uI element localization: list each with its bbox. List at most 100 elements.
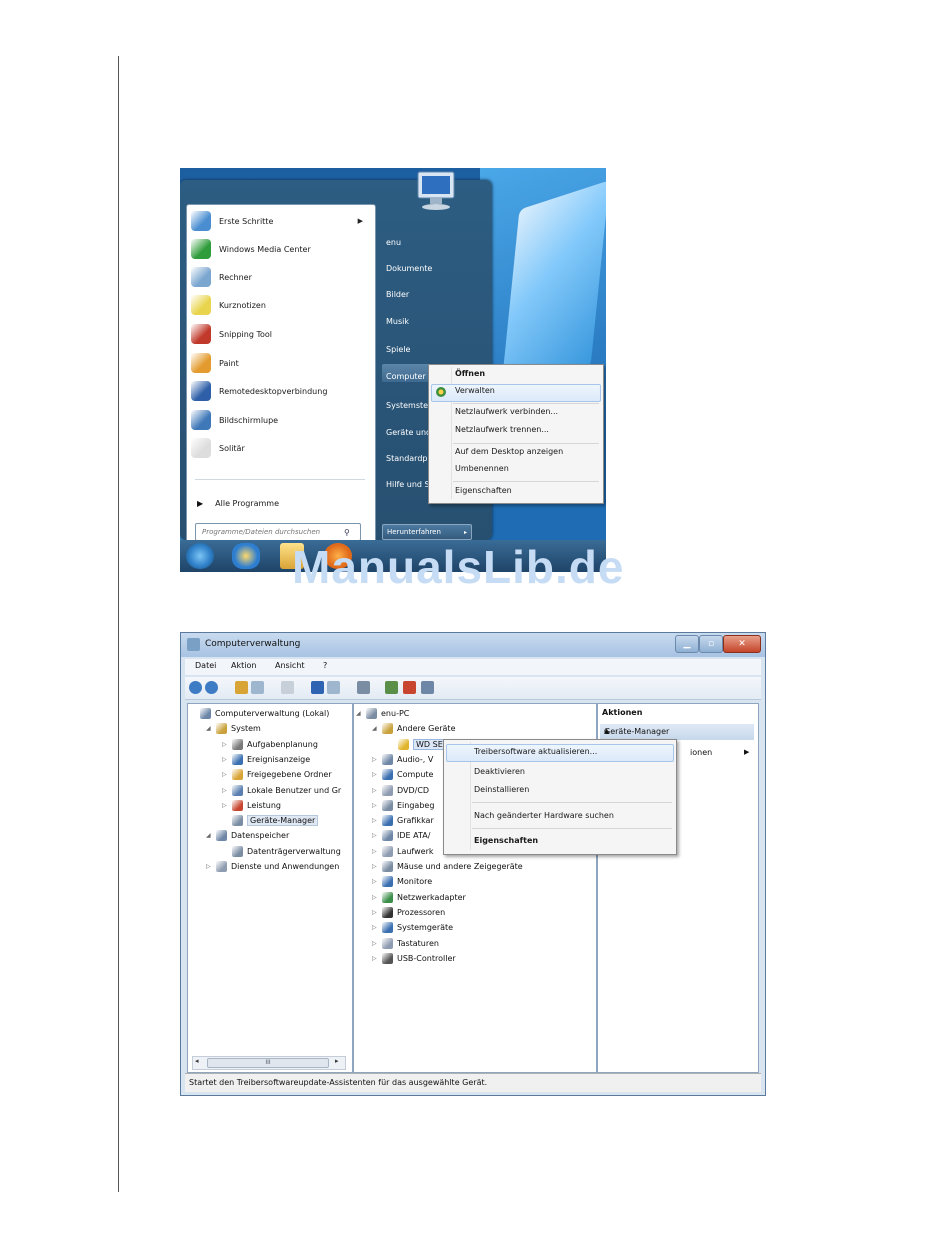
tree-node-mäuse-und-andere-zeigegeräte[interactable]: ▷ Mäuse und andere Zeigegeräte [372, 861, 523, 872]
tree-node-tastaturen[interactable]: ▷ Tastaturen [372, 937, 439, 949]
actions-device-manager[interactable]: Geräte-Manager ▲ [600, 724, 754, 740]
expand-toggle-icon[interactable]: ▷ [372, 848, 380, 855]
menu-ansicht[interactable]: Ansicht [275, 661, 305, 670]
program-item-kurznotizen[interactable]: Kurznotizen [191, 293, 369, 317]
expand-toggle-icon[interactable]: ◢ [206, 832, 214, 839]
chevron-right-icon[interactable]: ▸ [464, 529, 467, 536]
close-button[interactable]: ✕ [723, 635, 761, 653]
tree-node-grafikkar[interactable]: ▷ Grafikkar [372, 815, 434, 827]
expand-toggle-icon[interactable]: ▷ [372, 756, 380, 763]
tree-node-dvd-cd[interactable]: ▷ DVD/CD [372, 784, 429, 796]
back-icon[interactable] [189, 681, 202, 694]
tree-node-netzwerkadapter[interactable]: ▷ Netzwerkadapter [372, 891, 466, 903]
tree-node-lokale-benutzer-und-gr[interactable]: ▷ Lokale Benutzer und Gr [222, 784, 341, 796]
scroll-left-icon[interactable]: ◂ [195, 1057, 199, 1065]
context-item-netzlaufwerk-trennen[interactable]: Netzlaufwerk trennen... [455, 425, 549, 434]
tree-node-aufgabenplanung[interactable]: ▷ Aufgabenplanung [222, 738, 318, 750]
context-item-deaktivieren[interactable]: Deaktivieren [474, 767, 525, 776]
uninstall-icon[interactable] [403, 681, 416, 694]
help-icon[interactable] [311, 681, 324, 694]
tree-node-prozessoren[interactable]: ▷ Prozessoren [372, 906, 445, 918]
expand-toggle-icon[interactable]: ▷ [222, 741, 230, 748]
tree-node-datenspeicher[interactable]: ◢ Datenspeicher [206, 830, 289, 842]
context-item-treibersoftware-aktualisieren[interactable]: Treibersoftware aktualisieren... [474, 747, 597, 756]
expand-toggle-icon[interactable]: ▷ [372, 878, 380, 885]
context-item-deinstallieren[interactable]: Deinstallieren [474, 785, 529, 794]
collapse-up-icon[interactable]: ▲ [604, 727, 748, 735]
tree-node-monitore[interactable]: ▷ Monitore [372, 876, 432, 888]
shutdown-button[interactable]: Herunterfahren ▸ [382, 524, 472, 540]
program-item-erste-schritte[interactable]: Erste Schritte ▶ [191, 209, 369, 233]
expand-toggle-icon[interactable]: ◢ [372, 725, 380, 732]
maximize-button[interactable]: ▫ [699, 635, 723, 653]
tree-node-dienste-und-anwendungen[interactable]: ▷ Dienste und Anwendungen [206, 861, 339, 872]
start-right-item-systemsteu[interactable]: Systemsteu [386, 401, 433, 410]
forward-icon[interactable] [205, 681, 218, 694]
up-folder-icon[interactable] [235, 681, 248, 694]
expand-toggle-icon[interactable]: ◢ [206, 725, 214, 732]
tree-node-system[interactable]: ◢ System [206, 723, 261, 735]
tree-node-freigegebene-ordner[interactable]: ▷ Freigegebene Ordner [222, 769, 332, 781]
expand-toggle-icon[interactable]: ▷ [222, 802, 230, 809]
menu-help[interactable]: ? [323, 661, 327, 670]
context-item-netzlaufwerk-verbinden[interactable]: Netzlaufwerk verbinden... [455, 407, 558, 416]
start-right-item-spiele[interactable]: Spiele [386, 345, 410, 354]
tree-node-compute[interactable]: ▷ Compute [372, 769, 433, 781]
chevron-right-icon[interactable]: ▶ [744, 748, 749, 756]
expand-toggle-icon[interactable]: ▷ [372, 771, 380, 778]
program-item-rechner[interactable]: Rechner [191, 265, 369, 289]
expand-toggle-icon[interactable]: ◢ [356, 710, 364, 717]
tree-node-leistung[interactable]: ▷ Leistung [222, 799, 281, 811]
context-item-nach-geänderter-hardware-suchen[interactable]: Nach geänderter Hardware suchen [474, 811, 614, 820]
tree-node-datenträgerverwaltung[interactable]: Datenträgerverwaltung [222, 845, 341, 857]
scan-hardware-icon[interactable] [357, 681, 370, 694]
expand-toggle-icon[interactable]: ▷ [372, 955, 380, 962]
expand-toggle-icon[interactable]: ▷ [372, 909, 380, 916]
show-hide-tree-icon[interactable] [251, 681, 264, 694]
tree-node-usb-controller[interactable]: ▷ USB-Controller [372, 952, 456, 964]
more-actions-label[interactable]: ionen [690, 748, 712, 757]
program-item-solitär[interactable]: Solitär [191, 436, 369, 460]
expand-toggle-icon[interactable]: ▷ [372, 787, 380, 794]
all-programs-item[interactable]: ▶ Alle Programme [191, 491, 369, 515]
program-item-paint[interactable]: Paint [191, 351, 369, 375]
expand-toggle-icon[interactable]: ▷ [372, 802, 380, 809]
start-right-item-geräte-und[interactable]: Geräte und [386, 428, 431, 437]
start-right-item-computer[interactable]: Computer [386, 372, 426, 381]
tree-node-enu-pc[interactable]: ◢ enu-PC [356, 708, 409, 719]
tree-node-geräte-manager[interactable]: Geräte-Manager [222, 815, 319, 827]
tree-node-ereignisanzeige[interactable]: ▷ Ereignisanzeige [222, 753, 310, 765]
expand-toggle-icon[interactable]: ▷ [372, 832, 380, 839]
tree-node-computerverwaltung-lokal[interactable]: Computerverwaltung (Lokal) [190, 708, 329, 719]
start-right-item-dokumente[interactable]: Dokumente [386, 264, 432, 273]
expand-toggle-icon[interactable]: ▷ [372, 817, 380, 824]
show-hide-action-icon[interactable] [327, 681, 340, 694]
context-item-verwalten[interactable]: Verwalten [455, 386, 495, 395]
menu-aktion[interactable]: Aktion [231, 661, 256, 670]
start-right-item-bilder[interactable]: Bilder [386, 290, 409, 299]
expand-toggle-icon[interactable]: ▷ [372, 894, 380, 901]
tree-node-andere-geräte[interactable]: ◢ Andere Geräte [372, 723, 456, 735]
program-item-snipping-tool[interactable]: Snipping Tool [191, 322, 369, 346]
expand-toggle-icon[interactable]: ▷ [222, 787, 230, 794]
expand-toggle-icon[interactable]: ▷ [372, 924, 380, 931]
menu-datei[interactable]: Datei [195, 661, 216, 670]
tree-node-audio-v[interactable]: ▷ Audio-, V [372, 753, 433, 765]
program-item-remotedesktopverbindung[interactable]: Remotedesktopverbindung [191, 379, 369, 403]
minimize-button[interactable]: ▁ [675, 635, 699, 653]
program-item-bildschirmlupe[interactable]: Bildschirmlupe [191, 408, 369, 432]
expand-toggle-icon[interactable]: ▷ [372, 940, 380, 947]
context-item-umbenennen[interactable]: Umbenennen [455, 464, 509, 473]
scrollbar-thumb[interactable]: III [207, 1058, 329, 1068]
internet-explorer-icon[interactable] [232, 543, 260, 569]
start-orb-icon[interactable] [186, 543, 214, 569]
start-right-item-enu[interactable]: enu [386, 238, 401, 247]
start-right-item-standardp[interactable]: Standardp [386, 454, 427, 463]
expand-toggle-icon[interactable]: ▷ [222, 756, 230, 763]
context-item-öffnen[interactable]: Öffnen [455, 369, 485, 378]
expand-toggle-icon[interactable]: ▷ [206, 863, 214, 870]
context-item-eigenschaften[interactable]: Eigenschaften [455, 486, 512, 495]
scroll-right-icon[interactable]: ▸ [335, 1057, 339, 1065]
start-right-item-musik[interactable]: Musik [386, 317, 409, 326]
tree-node-ide-ata[interactable]: ▷ IDE ATA/ [372, 830, 430, 842]
